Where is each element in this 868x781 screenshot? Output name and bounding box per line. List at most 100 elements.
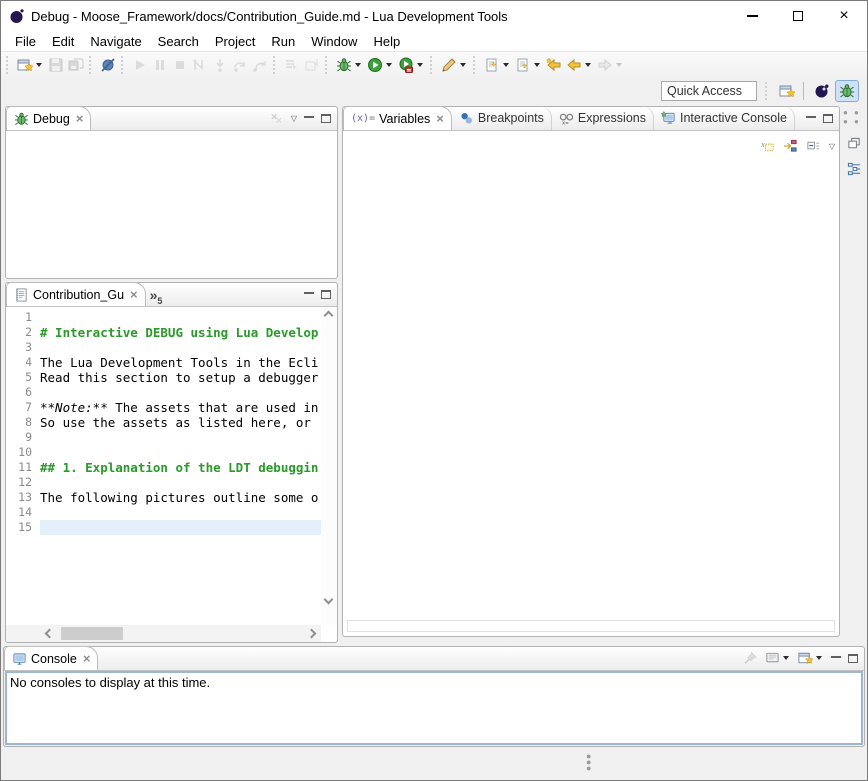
scroll-left-icon[interactable] bbox=[45, 629, 55, 639]
outline-view-button[interactable] bbox=[847, 161, 862, 176]
line-number[interactable]: 15 bbox=[6, 520, 40, 535]
back-button-dropdown-icon[interactable] bbox=[585, 63, 591, 67]
open-console-button[interactable] bbox=[798, 651, 824, 666]
variables-horizontal-scrollbar[interactable] bbox=[347, 620, 835, 632]
menu-run[interactable]: Run bbox=[263, 32, 303, 51]
debug-button[interactable] bbox=[334, 54, 365, 76]
editor-horizontal-scrollbar[interactable] bbox=[6, 625, 321, 642]
line-number[interactable]: 4 bbox=[6, 355, 40, 370]
editor-maximize-button[interactable] bbox=[321, 290, 331, 299]
debug-minimize-button[interactable] bbox=[304, 115, 314, 118]
console-maximize-button[interactable] bbox=[848, 654, 858, 663]
variables-view-body[interactable] bbox=[343, 131, 839, 636]
tab-console[interactable]: Console × bbox=[4, 646, 98, 670]
show-logical-structures-button[interactable] bbox=[783, 139, 798, 154]
line-number[interactable]: 9 bbox=[6, 430, 40, 445]
menu-edit[interactable]: Edit bbox=[44, 32, 82, 51]
svg-text:x=: x= bbox=[562, 121, 569, 126]
menu-file[interactable]: File bbox=[7, 32, 44, 51]
line-number[interactable]: 13 bbox=[6, 490, 40, 505]
collapse-all-button[interactable] bbox=[806, 139, 821, 154]
external-tools-button-dropdown-icon[interactable] bbox=[460, 63, 466, 67]
tab-debug[interactable]: Debug × bbox=[6, 106, 91, 130]
last-edit-location-button[interactable] bbox=[544, 54, 564, 76]
console-tab-close-icon[interactable]: × bbox=[83, 652, 91, 665]
previous-annotation-button-dropdown-icon[interactable] bbox=[534, 63, 540, 67]
console-body[interactable]: No consoles to display at this time. bbox=[5, 671, 863, 745]
line-number[interactable]: 7 bbox=[6, 400, 40, 415]
display-selected-console-button[interactable] bbox=[765, 651, 791, 666]
line-number[interactable]: 5 bbox=[6, 370, 40, 385]
forward-button bbox=[595, 54, 626, 76]
debug-tab-close-icon[interactable]: × bbox=[76, 112, 84, 125]
open-perspective-button[interactable] bbox=[776, 80, 798, 102]
scroll-down-icon[interactable] bbox=[324, 595, 334, 605]
editor-line: 12 bbox=[6, 475, 321, 490]
lua-perspective-button[interactable] bbox=[811, 80, 833, 102]
minimize-window-button[interactable] bbox=[729, 1, 775, 31]
line-number[interactable]: 14 bbox=[6, 505, 40, 520]
restore-view-button[interactable] bbox=[847, 136, 862, 151]
line-number[interactable]: 6 bbox=[6, 385, 40, 400]
variables-maximize-button[interactable] bbox=[823, 114, 833, 123]
tab-interactive-console[interactable]: Interactive Console bbox=[654, 106, 795, 130]
forward-button-dropdown-icon[interactable] bbox=[616, 63, 622, 67]
back-button[interactable] bbox=[564, 54, 595, 76]
tab-expressions[interactable]: x=Expressions bbox=[552, 106, 654, 130]
menu-help[interactable]: Help bbox=[365, 32, 408, 51]
line-number[interactable]: 3 bbox=[6, 340, 40, 355]
show-type-names-button[interactable]: x bbox=[760, 139, 775, 154]
next-annotation-button-dropdown-icon[interactable] bbox=[503, 63, 509, 67]
editor-tab-close-icon[interactable]: × bbox=[130, 288, 138, 301]
prev-annotation-icon bbox=[515, 57, 531, 73]
line-number[interactable]: 8 bbox=[6, 415, 40, 430]
profile-button-dropdown-icon[interactable] bbox=[417, 63, 423, 67]
quick-access-input[interactable] bbox=[661, 81, 757, 101]
variables-minimize-button[interactable] bbox=[806, 115, 816, 118]
new-wizard-button-dropdown-icon[interactable] bbox=[36, 63, 42, 67]
statusbar-drag-handle[interactable]: ●●● bbox=[586, 753, 591, 771]
run-button[interactable] bbox=[365, 54, 396, 76]
line-number[interactable]: 1 bbox=[6, 310, 40, 325]
editor-vertical-scrollbar[interactable] bbox=[321, 307, 337, 625]
menu-search[interactable]: Search bbox=[150, 32, 207, 51]
debug-button-dropdown-icon[interactable] bbox=[355, 63, 361, 67]
line-number[interactable]: 11 bbox=[6, 460, 40, 475]
scroll-up-icon[interactable] bbox=[324, 311, 334, 321]
menu-navigate[interactable]: Navigate bbox=[82, 32, 149, 51]
close-window-button[interactable]: × bbox=[821, 1, 867, 31]
menu-project[interactable]: Project bbox=[207, 32, 263, 51]
external-tools-button[interactable] bbox=[439, 54, 470, 76]
tab-contribution-guide[interactable]: Contribution_Gu × bbox=[6, 282, 146, 306]
debug-maximize-button[interactable] bbox=[321, 114, 331, 123]
debug-view-body[interactable] bbox=[6, 131, 337, 278]
lua-perspective-icon bbox=[814, 83, 830, 99]
line-number[interactable]: 10 bbox=[6, 445, 40, 460]
profile-button[interactable] bbox=[396, 54, 427, 76]
variables-view-menu-button[interactable]: ▽ bbox=[829, 142, 835, 151]
next-annotation-button[interactable] bbox=[482, 54, 513, 76]
new-wizard-button[interactable] bbox=[15, 54, 46, 76]
variables-icon: (x)= bbox=[351, 113, 375, 124]
tab-breakpoints[interactable]: Breakpoints bbox=[452, 106, 552, 130]
tab-variables[interactable]: (x)=Variables× bbox=[343, 106, 452, 130]
run-button-dropdown-icon[interactable] bbox=[386, 63, 392, 67]
menu-window[interactable]: Window bbox=[303, 32, 365, 51]
perspective-bar-handle[interactable] bbox=[765, 82, 770, 100]
previous-annotation-button[interactable] bbox=[513, 54, 544, 76]
line-number[interactable]: 12 bbox=[6, 475, 40, 490]
rail-drag-handle[interactable]: ● ● ● ● bbox=[843, 108, 865, 126]
console-tab-icon bbox=[12, 651, 27, 666]
maximize-window-button[interactable] bbox=[775, 1, 821, 31]
skip-all-breakpoints-button[interactable] bbox=[98, 54, 118, 76]
line-number[interactable]: 2 bbox=[6, 325, 40, 340]
editor-minimize-button[interactable] bbox=[304, 291, 314, 294]
scroll-right-icon[interactable] bbox=[307, 629, 317, 639]
console-minimize-button[interactable] bbox=[831, 655, 841, 658]
tab-close-icon[interactable]: × bbox=[436, 112, 444, 125]
debug-view-menu-button[interactable]: ▽ bbox=[291, 114, 297, 123]
hidden-editors-chevron[interactable]: »5 bbox=[146, 287, 167, 306]
debug-perspective-button[interactable] bbox=[835, 80, 859, 102]
editor-code-area[interactable]: 12# Interactive DEBUG using Lua Develop3… bbox=[6, 307, 321, 625]
horizontal-scroll-thumb[interactable] bbox=[61, 627, 123, 640]
